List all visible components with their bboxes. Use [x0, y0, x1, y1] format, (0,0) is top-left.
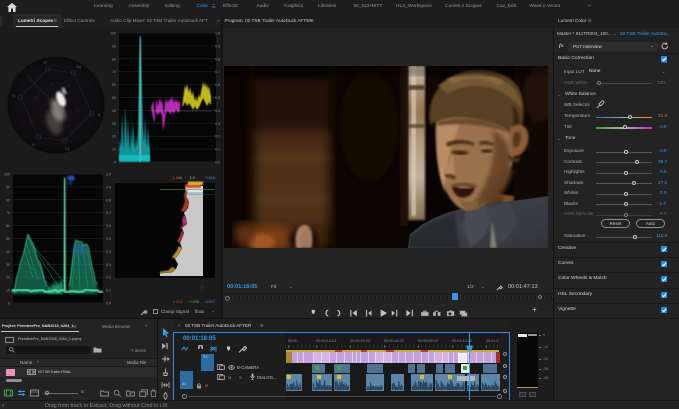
svg-text:1.0: 1.0: [106, 173, 111, 177]
svg-text:0.9: 0.9: [215, 44, 220, 48]
svg-text:0.4: 0.4: [215, 109, 220, 113]
svg-text:0.4: 0.4: [106, 250, 111, 254]
svg-text:0.2: 0.2: [106, 276, 111, 280]
svg-text:0.2: 0.2: [215, 135, 220, 139]
svg-text:0.3: 0.3: [215, 122, 220, 126]
svg-text:0.0: 0.0: [215, 161, 220, 165]
svg-text:70: 70: [6, 211, 10, 215]
svg-text:1.456: 1.456: [172, 176, 182, 180]
svg-text:90: 90: [112, 44, 116, 48]
svg-text:30: 30: [112, 122, 116, 126]
svg-text:0.8: 0.8: [215, 57, 220, 61]
svg-text:R: R: [44, 61, 47, 65]
svg-text:0.5: 0.5: [106, 237, 111, 241]
svg-text:Yl: Yl: [12, 94, 15, 98]
svg-text:Cy: Cy: [65, 147, 70, 151]
svg-text:60: 60: [112, 83, 116, 87]
svg-text:1.0: 1.0: [215, 32, 220, 36]
svg-text:0.3: 0.3: [106, 263, 111, 267]
svg-text:100: 100: [110, 32, 116, 36]
svg-text:40: 40: [112, 109, 116, 113]
svg-text:80: 80: [6, 198, 10, 202]
svg-text:Mg: Mg: [76, 65, 81, 69]
svg-text:-0.008: -0.008: [188, 300, 199, 304]
svg-text:0.8: 0.8: [106, 198, 111, 202]
svg-text:0.916: 0.916: [205, 176, 215, 180]
svg-text:0.6: 0.6: [106, 224, 111, 228]
svg-text:0: 0: [114, 161, 116, 165]
svg-text:20: 20: [112, 135, 116, 139]
svg-text:0.9: 0.9: [106, 185, 111, 189]
svg-text:80: 80: [112, 57, 116, 61]
svg-text:50: 50: [112, 96, 116, 100]
svg-text:0.1: 0.1: [215, 148, 220, 152]
svg-text:60: 60: [6, 224, 10, 228]
svg-text:50: 50: [6, 237, 10, 241]
svg-text:10: 10: [112, 148, 116, 152]
svg-text:0.7: 0.7: [106, 211, 111, 215]
svg-text:0.7: 0.7: [215, 70, 220, 74]
svg-text:30: 30: [6, 263, 10, 267]
svg-text:1.0: 1.0: [190, 176, 195, 180]
svg-text:0.114: 0.114: [173, 300, 182, 304]
svg-text:-0.017: -0.017: [204, 300, 215, 304]
svg-text:0.5: 0.5: [215, 96, 220, 100]
svg-text:0.1: 0.1: [106, 289, 111, 293]
svg-text:100: 100: [4, 173, 10, 177]
svg-text:40: 40: [6, 250, 10, 254]
svg-text:0.6: 0.6: [215, 83, 220, 87]
svg-text:20: 20: [6, 276, 10, 280]
svg-text:90: 90: [6, 185, 10, 189]
svg-text:G: G: [32, 143, 35, 147]
svg-text:10: 10: [6, 289, 10, 293]
svg-text:70: 70: [112, 70, 116, 74]
